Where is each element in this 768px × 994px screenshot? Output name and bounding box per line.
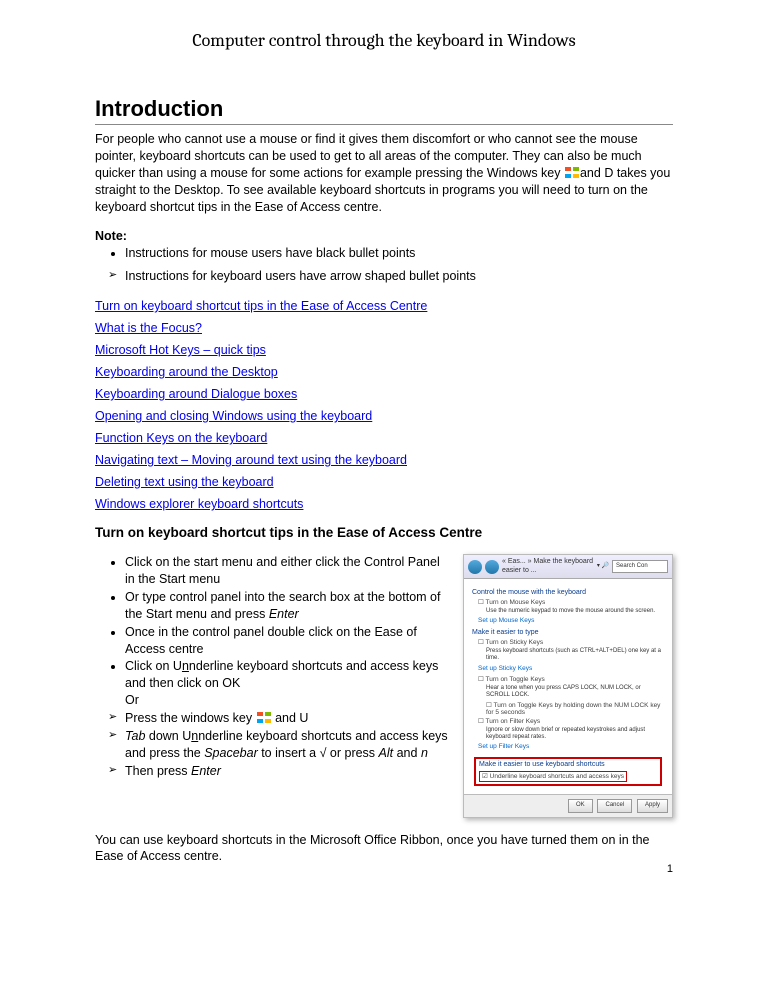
step-6: Tab down Unnderline keyboard shortcuts a…	[125, 728, 451, 762]
ss-check-mousekeys: ☐ Turn on Mouse Keys	[478, 599, 664, 607]
ss-breadcrumb: « Eas... » Make the keyboard easier to .…	[502, 558, 594, 575]
ss-ok-button: OK	[568, 799, 593, 812]
ss-link-sticky: Set up Sticky Keys	[478, 665, 664, 673]
ss-red-heading: Make it easier to use keyboard shortcuts	[479, 761, 657, 769]
ss-apply-button: Apply	[637, 799, 668, 812]
ss-group1-heading: Control the mouse with the keyboard	[472, 589, 664, 597]
step-3: Once in the control panel double click o…	[125, 624, 451, 658]
ss-desc4: Ignore or slow down brief or repeated ke…	[486, 727, 664, 741]
link-keyboarding-dialog[interactable]: Keyboarding around Dialogue boxes	[95, 387, 673, 401]
link-opening-closing[interactable]: Opening and closing Windows using the ke…	[95, 409, 673, 423]
ss-check-sticky: ☐ Turn on Sticky Keys	[478, 639, 664, 647]
ss-link-mousekeys: Set up Mouse Keys	[478, 617, 664, 625]
ss-check-toggle: ☐ Turn on Toggle Keys	[478, 676, 664, 684]
ss-link-filter: Set up Filter Keys	[478, 743, 664, 751]
page-number: 1	[667, 863, 673, 875]
link-what-is-focus[interactable]: What is the Focus?	[95, 321, 673, 335]
intro-paragraph: For people who cannot use a mouse or fin…	[95, 131, 673, 215]
step-1: Click on the start menu and either click…	[125, 554, 451, 588]
note-bullet-mouse: Instructions for mouse users have black …	[125, 245, 673, 262]
link-function-keys[interactable]: Function Keys on the keyboard	[95, 431, 673, 445]
ease-of-access-screenshot: « Eas... » Make the keyboard easier to .…	[463, 554, 673, 817]
link-navigating-text[interactable]: Navigating text – Moving around text usi…	[95, 453, 673, 467]
heading-introduction: Introduction	[95, 96, 673, 122]
step-2: Or type control panel into the search bo…	[125, 589, 451, 623]
ss-desc3b: ☐ Turn on Toggle Keys by holding down th…	[486, 702, 664, 718]
link-keyboarding-desktop[interactable]: Keyboarding around the Desktop	[95, 365, 673, 379]
ss-desc2: Press keyboard shortcuts (such as CTRL+A…	[486, 648, 664, 662]
note-label: Note:	[95, 229, 673, 243]
ss-group2-heading: Make it easier to type	[472, 629, 664, 637]
ss-red-check: ☑ Underline keyboard shortcuts and acces…	[479, 771, 627, 783]
link-deleting-text[interactable]: Deleting text using the keyboard	[95, 475, 673, 489]
ss-desc3a: Hear a tone when you press CAPS LOCK, NU…	[486, 685, 664, 699]
link-hot-keys[interactable]: Microsoft Hot Keys – quick tips	[95, 343, 673, 357]
ss-desc1: Use the numeric keypad to move the mouse…	[486, 608, 664, 615]
windows-logo-icon	[565, 167, 579, 178]
link-explorer-shortcuts[interactable]: Windows explorer keyboard shortcuts	[95, 497, 673, 511]
step-4: Click on Unnderline keyboard shortcuts a…	[125, 658, 451, 709]
subsection-heading: Turn on keyboard shortcut tips in the Ea…	[95, 525, 673, 540]
note-arrow-keyboard: Instructions for keyboard users have arr…	[125, 268, 673, 285]
ss-check-filter: ☐ Turn on Filter Keys	[478, 718, 664, 726]
closing-paragraph: You can use keyboard shortcuts in the Mi…	[95, 832, 673, 866]
link-ease-of-access[interactable]: Turn on keyboard shortcut tips in the Ea…	[95, 299, 673, 313]
nav-back-icon	[468, 560, 482, 574]
intro-text-before: For people who cannot use a mouse or fin…	[95, 132, 642, 180]
ss-cancel-button: Cancel	[597, 799, 632, 812]
ss-search-box: Search Con	[612, 560, 668, 573]
windows-logo-icon	[257, 712, 271, 723]
divider	[95, 124, 673, 125]
step-5: Press the windows key and U	[125, 710, 451, 727]
page-title: Computer control through the keyboard in…	[95, 30, 673, 51]
toc-links: Turn on keyboard shortcut tips in the Ea…	[95, 299, 673, 511]
nav-forward-icon	[485, 560, 499, 574]
step-7: Then press Enter	[125, 763, 451, 780]
ss-red-highlight: Make it easier to use keyboard shortcuts…	[474, 757, 662, 786]
